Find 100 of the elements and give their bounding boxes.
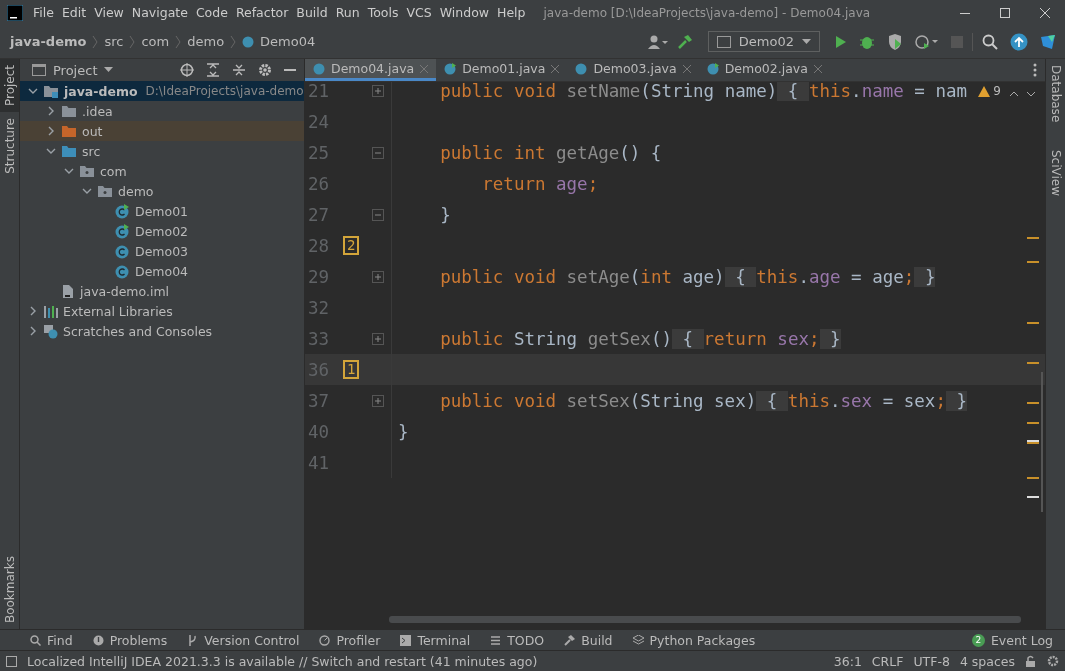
collapsed-chevron-icon[interactable] [28, 326, 38, 336]
expand-fold-icon[interactable] [372, 84, 384, 97]
breadcrumb[interactable]: java-demo [10, 34, 87, 49]
settings-icon[interactable] [258, 63, 272, 77]
menu-item[interactable]: File [29, 5, 58, 20]
menu-item[interactable]: Code [191, 5, 232, 20]
expand-all-icon[interactable] [206, 63, 220, 77]
horizontal-scrollbar[interactable] [389, 616, 1021, 623]
collapsed-chevron-icon[interactable] [46, 126, 56, 136]
breadcrumb-separator-icon [92, 34, 99, 49]
previous-icon[interactable] [1009, 91, 1019, 97]
tree-item[interactable]: .idea [20, 101, 304, 121]
user-icon[interactable] [647, 34, 668, 49]
menu-item[interactable]: VCS [402, 5, 436, 20]
plugin-logo-icon[interactable] [1040, 33, 1056, 50]
bookmark-badge[interactable]: 1 [343, 360, 360, 379]
more-icon[interactable] [1033, 63, 1037, 77]
expand-fold-icon[interactable] [372, 332, 384, 345]
collapse-all-icon[interactable] [232, 63, 246, 77]
line-number: 40 [306, 421, 329, 442]
menu-item[interactable]: Run [331, 5, 364, 20]
tool-window-button[interactable]: Profiler [319, 632, 381, 648]
collapsed-chevron-icon[interactable] [28, 306, 38, 316]
menu-item[interactable]: Tools [363, 5, 403, 20]
tool-window-button[interactable]: Find [30, 632, 73, 648]
tool-window-tab[interactable]: Bookmarks [0, 549, 19, 629]
window-title: java-demo [D:\IdeaProjects\java-demo] - Demo04.java [543, 5, 872, 20]
menu-item[interactable]: Help [493, 5, 530, 20]
file-encoding[interactable]: UTF-8 [913, 653, 950, 669]
bookmark-badge[interactable]: 2 [343, 236, 360, 255]
profiler-icon[interactable] [915, 33, 939, 50]
breadcrumb[interactable]: com [141, 34, 170, 49]
hammer-icon[interactable] [676, 33, 693, 50]
update-icon[interactable] [1010, 32, 1028, 51]
shield-icon[interactable] [887, 33, 903, 50]
tool-window-button[interactable]: Problems [92, 632, 168, 648]
next-icon[interactable] [1026, 91, 1036, 97]
tool-windows-icon[interactable] [6, 655, 17, 667]
line-separator[interactable]: CRLF [871, 653, 904, 669]
tool-window-button[interactable]: Build [564, 632, 613, 648]
tree-item[interactable]: Demo03 [20, 241, 304, 261]
menu-item[interactable]: Build [292, 5, 332, 20]
panel-title[interactable]: Project [53, 62, 98, 78]
expanded-chevron-icon[interactable] [46, 146, 56, 156]
code-line: 40 } [305, 416, 1045, 447]
class-icon [242, 35, 255, 48]
tool-window-tab[interactable]: Project [0, 59, 19, 113]
search-icon[interactable] [982, 33, 998, 50]
runnable-class-icon [444, 62, 457, 75]
breadcrumb[interactable]: demo [187, 34, 225, 49]
class-icon [313, 62, 325, 75]
tool-window-button[interactable]: Python Packages [632, 632, 756, 648]
indent-setting[interactable]: 4 spaces [959, 653, 1015, 669]
event-log-button[interactable]: 2 Event Log [971, 632, 1053, 648]
expand-fold-icon[interactable] [372, 270, 384, 283]
tree-item[interactable]: Demo04 [20, 261, 304, 281]
tool-window-tab[interactable]: Structure [0, 112, 19, 180]
collapsed-chevron-icon[interactable] [46, 106, 56, 116]
folder-icon [97, 184, 113, 198]
menu-item[interactable]: Edit [57, 5, 91, 20]
tool-window-tab[interactable]: SciView [1046, 144, 1065, 203]
status-message[interactable]: Localized IntelliJ IDEA 2021.3.3 is available // Switch and restart (41 minutes ago) [27, 653, 538, 669]
expanded-chevron-icon[interactable] [82, 186, 92, 196]
tree-item[interactable]: External Libraries [20, 301, 304, 321]
list-icon [490, 634, 502, 646]
warnings-indicator[interactable]: 9 [976, 84, 1003, 98]
locate-icon[interactable] [180, 63, 194, 77]
tree-item[interactable]: Scratches and Consoles [20, 321, 304, 341]
tree-item[interactable]: out [20, 121, 304, 141]
editor-tab[interactable]: Demo04.java [305, 59, 437, 81]
caret-icon[interactable] [104, 67, 114, 73]
tool-window-tab[interactable]: Database [1046, 59, 1065, 129]
tree-item[interactable]: java-demo D:\IdeaProjects\java-demo [20, 81, 304, 101]
tree-item[interactable]: Demo01 [20, 201, 304, 221]
editor-tab[interactable]: Demo02.java [698, 59, 830, 81]
editor-tab[interactable]: Demo03.java [567, 59, 699, 81]
run-configuration-dropdown[interactable]: Demo02 [707, 31, 820, 52]
caret-position[interactable]: 36:1 [833, 653, 862, 669]
tree-item[interactable]: src [20, 141, 304, 161]
menu-item[interactable]: Refactor [231, 5, 293, 20]
lock-icon[interactable] [1025, 655, 1037, 667]
expanded-chevron-icon[interactable] [28, 86, 38, 96]
tree-item[interactable]: demo [20, 181, 304, 201]
breadcrumb[interactable]: src [104, 34, 124, 49]
tree-item[interactable]: java-demo.iml [20, 281, 304, 301]
tool-window-button[interactable]: Version Control [187, 632, 300, 648]
editor-tab[interactable]: Demo01.java [436, 59, 568, 81]
menu-item[interactable]: Navigate [127, 5, 192, 20]
expand-fold-icon[interactable] [372, 394, 384, 407]
menu-item[interactable]: View [90, 5, 128, 20]
run-icon[interactable] [835, 34, 847, 49]
menu-item[interactable]: Window [435, 5, 493, 20]
line-number: 28 [306, 235, 329, 256]
tool-window-button[interactable]: Terminal [400, 632, 471, 648]
settings-icon[interactable] [1047, 655, 1059, 667]
tool-window-button[interactable]: TODO [490, 632, 545, 648]
tree-item[interactable]: Demo02 [20, 221, 304, 241]
tree-item[interactable]: com [20, 161, 304, 181]
breadcrumb[interactable]: Demo04 [260, 34, 316, 49]
expanded-chevron-icon[interactable] [64, 166, 74, 176]
